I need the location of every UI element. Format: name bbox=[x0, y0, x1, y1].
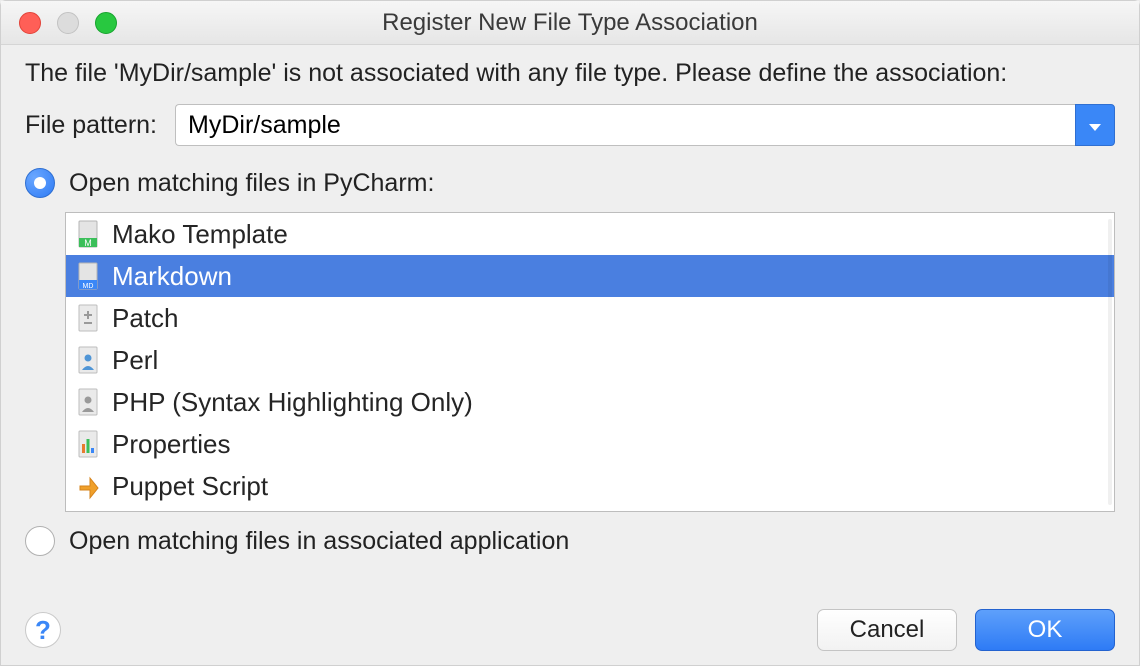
list-item[interactable]: Perl bbox=[66, 339, 1114, 381]
window-controls bbox=[19, 12, 117, 34]
cancel-button-label: Cancel bbox=[850, 616, 925, 644]
list-item[interactable]: M Mako Template bbox=[66, 213, 1114, 255]
dialog-window: Register New File Type Association The f… bbox=[0, 0, 1140, 666]
list-item-label: Patch bbox=[112, 303, 179, 334]
list-item-label: Perl bbox=[112, 345, 158, 376]
list-item-label: Puppet Script bbox=[112, 471, 268, 502]
list-item-label: Markdown bbox=[112, 261, 232, 292]
file-pattern-dropdown-button[interactable] bbox=[1075, 104, 1115, 146]
radio-button-icon[interactable] bbox=[25, 526, 55, 556]
window-title: Register New File Type Association bbox=[1, 9, 1139, 37]
radio-button-icon[interactable] bbox=[25, 168, 55, 198]
file-pattern-input[interactable] bbox=[175, 104, 1075, 146]
list-item-label: Properties bbox=[112, 429, 231, 460]
radio-open-in-associated-label: Open matching files in associated applic… bbox=[69, 527, 569, 556]
radio-open-in-pycharm-label: Open matching files in PyCharm: bbox=[69, 169, 434, 198]
file-type-icon bbox=[76, 472, 100, 500]
scrollbar[interactable] bbox=[1108, 219, 1112, 505]
list-item-label: PHP (Syntax Highlighting Only) bbox=[112, 387, 473, 418]
chevron-down-icon bbox=[1088, 111, 1102, 140]
file-type-icon bbox=[76, 346, 100, 374]
file-pattern-combo[interactable] bbox=[175, 104, 1115, 146]
list-item[interactable]: Properties bbox=[66, 423, 1114, 465]
file-type-icon bbox=[76, 388, 100, 416]
svg-text:M: M bbox=[84, 238, 92, 248]
file-type-icon bbox=[76, 304, 100, 332]
list-item[interactable]: PHP (Syntax Highlighting Only) bbox=[66, 381, 1114, 423]
svg-text:MD: MD bbox=[83, 283, 94, 290]
file-pattern-label: File pattern: bbox=[25, 111, 157, 140]
list-item[interactable]: MD Markdown bbox=[66, 255, 1114, 297]
titlebar[interactable]: Register New File Type Association bbox=[1, 1, 1139, 45]
file-type-icon: MD bbox=[76, 262, 100, 290]
cancel-button[interactable]: Cancel bbox=[817, 609, 957, 651]
file-type-icon bbox=[76, 430, 100, 458]
prompt-text: The file 'MyDir/sample' is not associate… bbox=[25, 59, 1115, 88]
help-icon: ? bbox=[35, 615, 51, 646]
radio-open-in-associated[interactable]: Open matching files in associated applic… bbox=[25, 526, 1115, 556]
file-type-icon bbox=[76, 511, 100, 512]
file-type-list[interactable]: M Mako Template MD Markdown bbox=[65, 212, 1115, 512]
help-button[interactable]: ? bbox=[25, 612, 61, 648]
close-window-button[interactable] bbox=[19, 12, 41, 34]
zoom-window-button[interactable] bbox=[95, 12, 117, 34]
list-item[interactable]: Puppet Script bbox=[66, 465, 1114, 507]
ok-button[interactable]: OK bbox=[975, 609, 1115, 651]
list-item[interactable]: Python bbox=[66, 507, 1114, 512]
dialog-footer: ? Cancel OK bbox=[1, 603, 1139, 665]
minimize-window-button bbox=[57, 12, 79, 34]
file-type-list-wrap: M Mako Template MD Markdown bbox=[65, 212, 1115, 512]
list-item-label: Python bbox=[112, 511, 193, 512]
list-item[interactable]: Patch bbox=[66, 297, 1114, 339]
radio-open-in-pycharm[interactable]: Open matching files in PyCharm: bbox=[25, 168, 1115, 198]
file-type-icon: M bbox=[76, 220, 100, 248]
ok-button-label: OK bbox=[1028, 616, 1063, 644]
list-item-label: Mako Template bbox=[112, 219, 288, 250]
file-pattern-row: File pattern: bbox=[25, 104, 1115, 146]
dialog-content: The file 'MyDir/sample' is not associate… bbox=[1, 45, 1139, 603]
